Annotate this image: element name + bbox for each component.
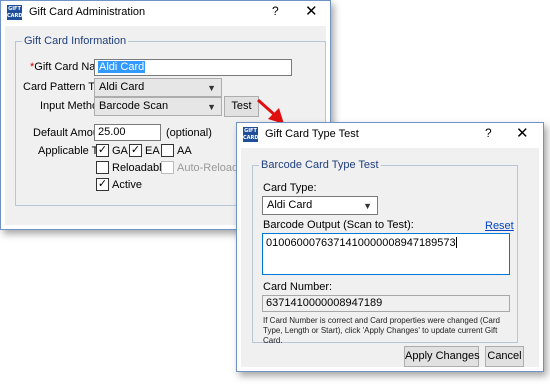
- card-number-value: 6371410000008947189: [266, 297, 383, 309]
- barcode-output-value: 0100600076371410000008947189573: [266, 237, 456, 249]
- card-number-field: 6371410000008947189: [262, 295, 510, 312]
- barcode-output-label: Barcode Output (Scan to Test):: [263, 219, 414, 231]
- gift-card-app-icon: GIFT CARD: [243, 127, 259, 142]
- help-button[interactable]: ?: [485, 126, 492, 140]
- card-type-select[interactable]: Aldi Card ▼: [262, 196, 378, 215]
- chevron-down-icon: ▼: [363, 201, 372, 211]
- group-label: Barcode Card Type Test: [259, 159, 381, 171]
- dialog-title: Gift Card Type Test: [265, 128, 359, 140]
- barcode-output-textarea[interactable]: 0100600076371410000008947189573: [262, 233, 510, 275]
- text-caret: [455, 237, 457, 248]
- card-type-label: Card Type:: [263, 182, 317, 194]
- gift-card-type-test-dialog: GIFT CARD Gift Card Type Test ? ✕ Barcod…: [236, 122, 544, 372]
- reset-link[interactable]: Reset: [485, 220, 514, 232]
- card-number-label: Card Number:: [263, 281, 333, 293]
- apply-changes-note: If Card Number is correct and Card prope…: [263, 316, 500, 345]
- dialog-client-area: Barcode Card Type Test Card Type: Aldi C…: [241, 148, 539, 367]
- dialog-title-bar[interactable]: GIFT CARD Gift Card Type Test ? ✕: [237, 123, 543, 147]
- close-button[interactable]: ✕: [516, 124, 529, 142]
- cancel-button[interactable]: Cancel: [485, 346, 524, 367]
- card-type-value: Aldi Card: [267, 199, 313, 211]
- apply-changes-button[interactable]: Apply Changes: [404, 346, 480, 367]
